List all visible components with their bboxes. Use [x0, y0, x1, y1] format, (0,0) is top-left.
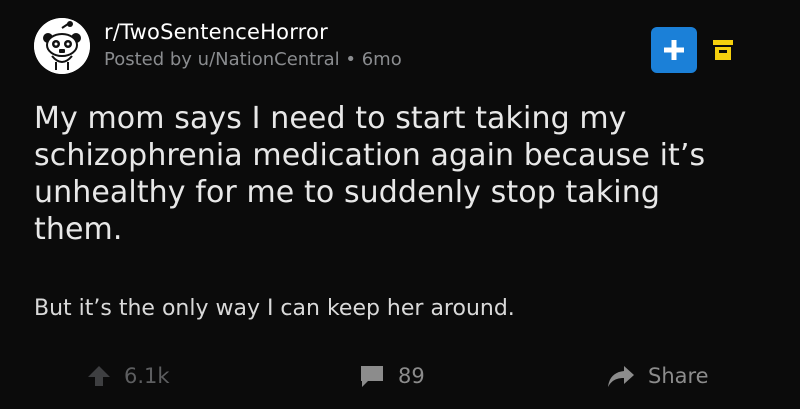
- snoo-avatar-icon[interactable]: [34, 18, 90, 74]
- share-button[interactable]: Share: [606, 356, 709, 396]
- subreddit-name[interactable]: r/TwoSentenceHorror: [104, 19, 402, 45]
- upvote-button[interactable]: 6.1k: [86, 356, 170, 396]
- comment-count: 89: [398, 364, 425, 388]
- upvote-arrow-icon: [88, 366, 110, 386]
- archive-icon: [713, 40, 733, 60]
- plus-icon: [664, 40, 684, 60]
- posted-by-line: Posted by u/NationCentral • 6mo: [104, 49, 402, 70]
- post-header: r/TwoSentenceHorror Posted by u/NationCe…: [34, 18, 402, 74]
- share-label: Share: [648, 364, 709, 388]
- post-footer: 6.1k 89 Share: [0, 356, 800, 396]
- comment-bubble-icon: [361, 366, 383, 387]
- post-meta: r/TwoSentenceHorror Posted by u/NationCe…: [104, 19, 402, 73]
- post-body: But it’s the only way I can keep her aro…: [34, 296, 515, 321]
- upvote-count: 6.1k: [124, 364, 170, 388]
- archive-button[interactable]: [711, 38, 735, 62]
- join-button[interactable]: [651, 27, 697, 73]
- comments-button[interactable]: 89: [358, 356, 425, 396]
- post-title[interactable]: My mom says I need to start taking my sc…: [34, 100, 734, 248]
- top-actions: [651, 27, 735, 73]
- share-arrow-icon: [608, 366, 634, 387]
- post-card: r/TwoSentenceHorror Posted by u/NationCe…: [0, 0, 800, 409]
